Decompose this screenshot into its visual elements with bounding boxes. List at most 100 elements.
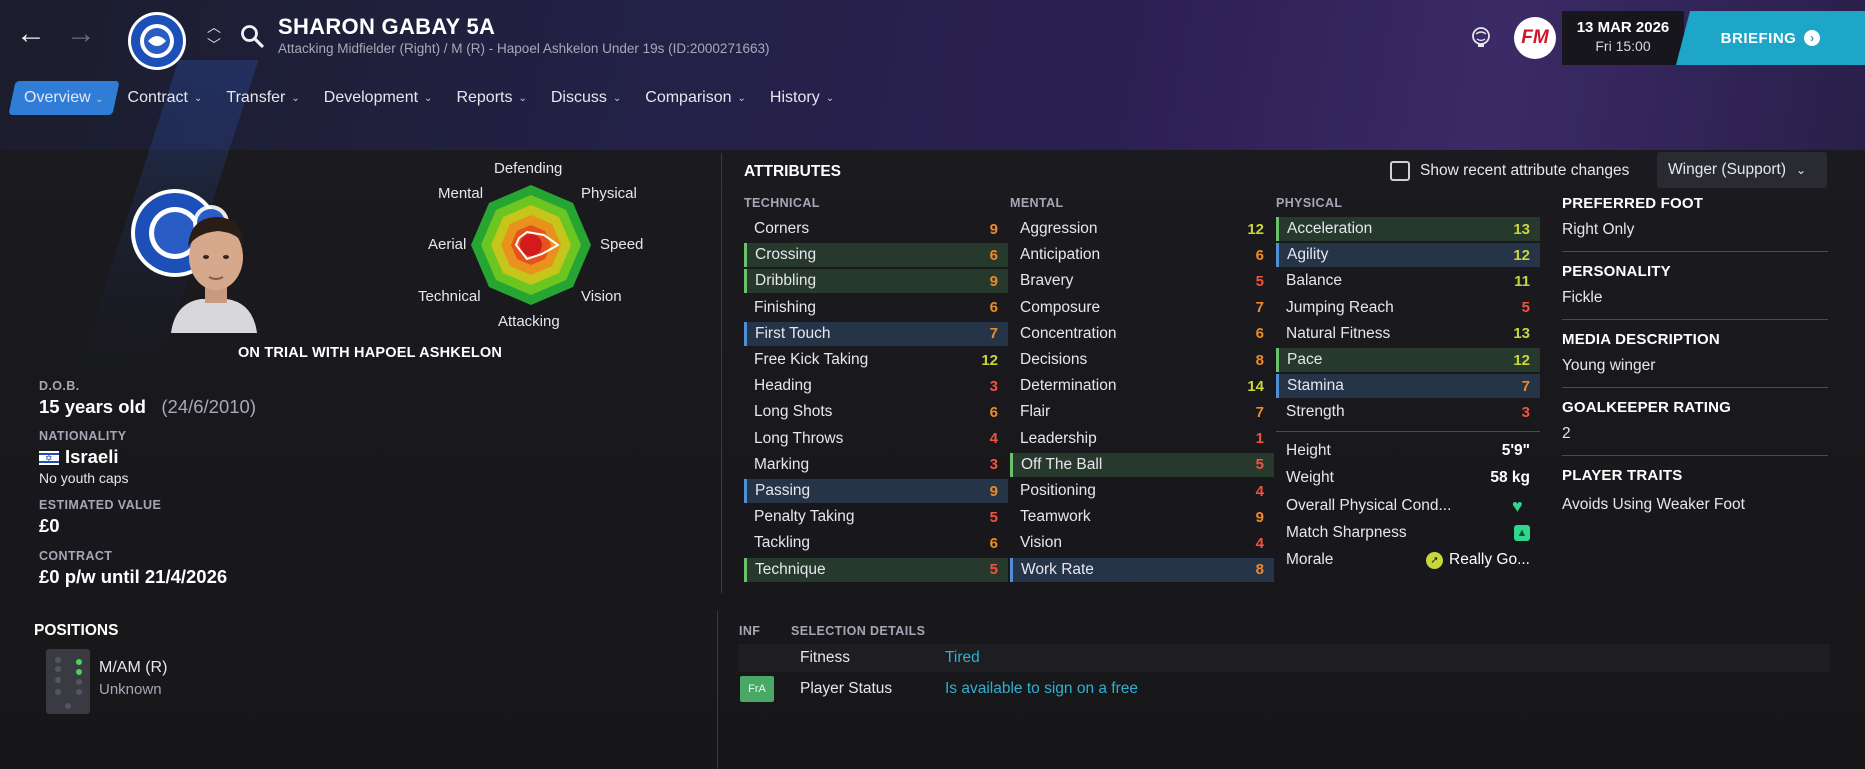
radar-label-aerial: Aerial xyxy=(428,236,467,253)
briefing-button[interactable]: BRIEFING › xyxy=(1676,11,1865,65)
attribute-value: 9 xyxy=(1255,508,1264,526)
attribute-row[interactable]: Marking 3 xyxy=(744,453,1008,477)
attribute-row[interactable]: Heading 3 xyxy=(744,374,1008,398)
condition-row[interactable]: Overall Physical Cond... ♥ xyxy=(1276,494,1540,518)
attribute-row[interactable]: Long Throws 4 xyxy=(744,427,1008,451)
attribute-row[interactable]: Free Kick Taking 12 xyxy=(744,348,1008,372)
attribute-row[interactable]: Agility 12 xyxy=(1276,243,1540,268)
attribute-row[interactable]: Concentration 6 xyxy=(1010,322,1274,346)
attribute-row[interactable]: Jumping Reach 5 xyxy=(1276,296,1540,320)
attribute-row[interactable]: Decisions 8 xyxy=(1010,348,1274,372)
attribute-row[interactable]: Positioning 4 xyxy=(1010,479,1274,503)
age: 15 years old xyxy=(39,396,146,417)
tab-label: History xyxy=(769,89,820,106)
attribute-value: 7 xyxy=(1255,403,1264,421)
attribute-row[interactable]: Long Shots 6 xyxy=(744,400,1008,424)
attribute-value: 12 xyxy=(1513,351,1530,369)
attribute-row[interactable]: Vision 4 xyxy=(1010,531,1274,555)
attribute-name: Vision xyxy=(1020,534,1062,552)
sharpness-row[interactable]: Match Sharpness ▲ xyxy=(1276,521,1540,545)
player-status-row[interactable]: Player Status Is available to sign on a … xyxy=(738,675,1830,703)
attribute-name: Concentration xyxy=(1020,324,1117,342)
weight-label: Weight xyxy=(1286,469,1334,486)
attribute-row[interactable]: Dribbling 9 xyxy=(744,269,1008,294)
chevron-down-icon[interactable]: ﹀ xyxy=(205,36,223,54)
attribute-row[interactable]: Bravery 5 xyxy=(1010,269,1274,293)
attribute-row[interactable]: Leadership 1 xyxy=(1010,427,1274,451)
player-name: SHARON GABAY 5A xyxy=(278,14,496,39)
height-value: 5'9" xyxy=(1501,442,1530,459)
game-date[interactable]: 13 MAR 2026 Fri 15:00 xyxy=(1562,11,1684,65)
back-arrow-icon[interactable]: ← xyxy=(16,19,46,50)
contract-value: £0 p/w until 21/4/2026 xyxy=(39,566,228,587)
tab-label: Contract xyxy=(127,89,188,106)
morale-row[interactable]: Morale ➚ Really Go... xyxy=(1276,548,1540,572)
player-traits-value[interactable]: Avoids Using Weaker Foot xyxy=(1562,496,1745,514)
attribute-row[interactable]: Stamina 7 xyxy=(1276,374,1540,399)
attribute-row[interactable]: First Touch 7 xyxy=(744,321,1008,346)
attribute-row[interactable]: Tackling 6 xyxy=(744,531,1008,555)
tab-label: Comparison xyxy=(645,89,732,106)
tab-transfer[interactable]: Transfer ⌄ xyxy=(214,81,311,115)
attribute-name: Composure xyxy=(1020,298,1101,316)
chevron-down-icon: ⌄ xyxy=(825,92,835,104)
attribute-name: Determination xyxy=(1020,377,1117,395)
player-switch-arrows[interactable]: ︿ ﹀ xyxy=(205,18,223,58)
attribute-row[interactable]: Anticipation 6 xyxy=(1010,243,1274,267)
attribute-row[interactable]: Off The Ball 5 xyxy=(1010,452,1274,477)
player-portrait xyxy=(131,189,257,333)
attribute-row[interactable]: Finishing 6 xyxy=(744,296,1008,320)
media-description-label: MEDIA DESCRIPTION xyxy=(1562,331,1720,348)
attribute-row[interactable]: Balance 11 xyxy=(1276,269,1540,293)
morale-value: Really Go... xyxy=(1449,551,1530,568)
chevron-up-icon[interactable]: ︿ xyxy=(205,18,223,36)
attribute-row[interactable]: Acceleration 13 xyxy=(1276,217,1540,241)
fm-logo-icon[interactable]: FM xyxy=(1514,17,1556,59)
chevron-down-icon: ⌄ xyxy=(518,92,527,104)
attribute-row[interactable]: Technique 5 xyxy=(744,557,1008,582)
nationality-value[interactable]: Israeli xyxy=(39,446,119,468)
preferred-foot-label: PREFERRED FOOT xyxy=(1562,195,1704,212)
tab-history[interactable]: History ⌄ xyxy=(758,81,846,115)
attribute-row[interactable]: Crossing 6 xyxy=(744,243,1008,268)
tab-development[interactable]: Development ⌄ xyxy=(312,81,445,115)
attribute-value: 3 xyxy=(1521,403,1530,421)
show-changes-label[interactable]: Show recent attribute changes xyxy=(1420,162,1629,180)
show-changes-checkbox[interactable] xyxy=(1390,161,1410,181)
forward-arrow-icon[interactable]: → xyxy=(66,19,96,50)
search-icon[interactable] xyxy=(240,24,264,48)
arrow-right-circle-icon: › xyxy=(1804,30,1821,46)
column-divider xyxy=(721,153,722,593)
tab-comparison[interactable]: Comparison ⌄ xyxy=(633,81,758,115)
fitness-row[interactable]: Fitness Tired xyxy=(738,644,1830,672)
attribute-value: 6 xyxy=(989,299,998,317)
position-pitch-icon[interactable] xyxy=(46,649,90,714)
attribute-row[interactable]: Aggression 12 xyxy=(1010,217,1274,241)
attribute-row[interactable]: Flair 7 xyxy=(1010,400,1274,424)
tab-discuss[interactable]: Discuss ⌄ xyxy=(539,81,633,115)
attribute-row[interactable]: Strength 3 xyxy=(1276,400,1540,424)
attribute-name: Flair xyxy=(1020,403,1051,421)
attribute-radar-chart xyxy=(471,185,591,305)
attribute-row[interactable]: Composure 7 xyxy=(1010,296,1274,320)
attribute-row[interactable]: Natural Fitness 13 xyxy=(1276,322,1540,346)
attribute-row[interactable]: Determination 14 xyxy=(1010,374,1274,398)
chevron-down-icon: ⌄ xyxy=(1796,163,1807,177)
attribute-row[interactable]: Work Rate 8 xyxy=(1010,557,1274,582)
role-dropdown[interactable]: Winger (Support) ⌄ xyxy=(1657,152,1827,188)
bottom-divider xyxy=(717,611,718,769)
tab-reports[interactable]: Reports ⌄ xyxy=(444,81,538,115)
attribute-name: Finishing xyxy=(754,298,817,316)
attribute-row[interactable]: Teamwork 9 xyxy=(1010,505,1274,529)
tab-overview[interactable]: Overview ⌄ xyxy=(8,81,120,115)
attribute-name: Marking xyxy=(754,455,810,473)
attribute-name: Heading xyxy=(754,377,812,395)
attribute-row[interactable]: Passing 9 xyxy=(744,479,1008,503)
attribute-row[interactable]: Corners 9 xyxy=(744,217,1008,241)
club-badge-icon[interactable] xyxy=(126,10,188,72)
attribute-row[interactable]: Pace 12 xyxy=(1276,348,1540,372)
attribute-row[interactable]: Penalty Taking 5 xyxy=(744,505,1008,529)
date-main: 13 MAR 2026 xyxy=(1576,19,1670,36)
tab-contract[interactable]: Contract ⌄ xyxy=(116,81,215,115)
football-globe-icon[interactable] xyxy=(1470,26,1492,48)
